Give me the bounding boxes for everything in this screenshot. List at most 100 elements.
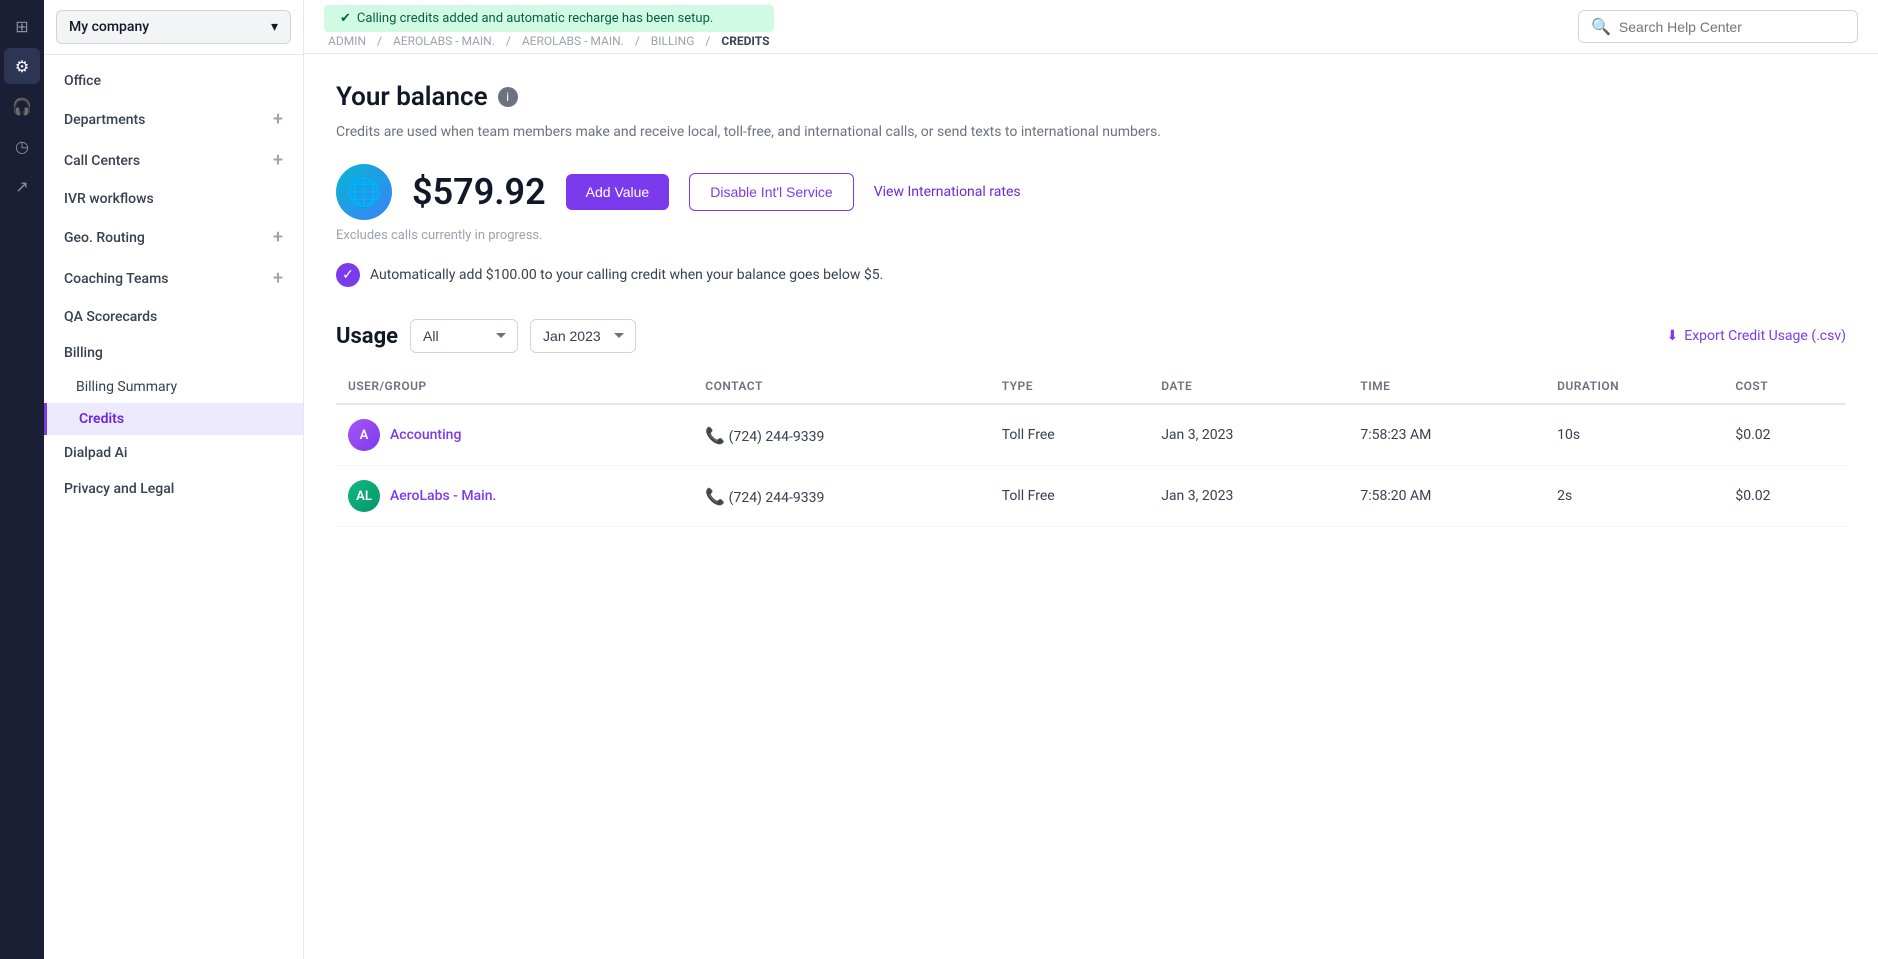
- breadcrumb-current: CREDITS: [721, 34, 769, 48]
- globe-icon: 🌐: [336, 164, 392, 220]
- table-body: A Accounting 📞 (724) 244-9339 Toll Free …: [336, 404, 1846, 527]
- breadcrumb-admin: ADMIN: [328, 34, 366, 48]
- cell-type-0: Toll Free: [990, 404, 1149, 466]
- sidebar-nav: Office Departments + Call Centers + IVR …: [44, 55, 303, 959]
- icon-rail: ⊞ ⚙ 🎧 ◷ ↗: [0, 0, 44, 959]
- check-icon: ✔: [340, 11, 351, 26]
- nav-item-office[interactable]: Office: [44, 63, 303, 99]
- main-area: ✔ Calling credits added and automatic re…: [304, 0, 1878, 959]
- topbar-left: ✔ Calling credits added and automatic re…: [324, 5, 774, 48]
- cell-time-0: 7:58:23 AM: [1348, 404, 1545, 466]
- auto-recharge-row: ✓ Automatically add $100.00 to your call…: [336, 263, 1846, 287]
- nav-label-billing: Billing: [64, 345, 103, 361]
- nav-label-departments: Departments: [64, 112, 145, 128]
- cell-cost-0: $0.02: [1723, 404, 1846, 466]
- nav-item-dialpad-ai[interactable]: Dialpad Ai: [44, 435, 303, 471]
- breadcrumb: ADMIN / AEROLABS - MAIN. / AEROLABS - MA…: [324, 34, 774, 48]
- nav-item-departments[interactable]: Departments +: [44, 99, 303, 140]
- col-contact: CONTACT: [693, 369, 989, 404]
- sub-nav-label-billing-summary: Billing Summary: [76, 379, 177, 395]
- plus-icon-geo-routing: +: [273, 227, 283, 248]
- add-value-button[interactable]: Add Value: [566, 174, 670, 210]
- cell-contact-1: 📞 (724) 244-9339: [693, 466, 989, 527]
- nav-label-ivr: IVR workflows: [64, 191, 154, 207]
- usage-title: Usage: [336, 324, 398, 349]
- col-duration: DURATION: [1545, 369, 1723, 404]
- cell-date-1: Jan 3, 2023: [1149, 466, 1348, 527]
- search-input[interactable]: [1619, 19, 1845, 35]
- breadcrumb-sep-1: /: [377, 34, 385, 48]
- search-icon: 🔍: [1591, 17, 1611, 36]
- breadcrumb-sep-3: /: [635, 34, 643, 48]
- settings-icon[interactable]: ⚙: [4, 48, 40, 84]
- info-icon[interactable]: i: [498, 87, 518, 107]
- usage-title-row: Usage All Inbound Outbound Jan 2023 Dec …: [336, 319, 636, 353]
- nav-label-dialpad-ai: Dialpad Ai: [64, 445, 127, 461]
- cell-duration-1: 2s: [1545, 466, 1723, 527]
- download-icon: ⬇: [1667, 328, 1679, 344]
- user-link-0[interactable]: Accounting: [390, 427, 461, 443]
- usage-date-dropdown[interactable]: Jan 2023 Dec 2022 Nov 2022: [530, 319, 636, 353]
- analytics-icon[interactable]: ↗: [4, 168, 40, 204]
- plus-icon-departments: +: [273, 109, 283, 130]
- cell-user-1: AL AeroLabs - Main.: [336, 466, 693, 527]
- nav-item-coaching-teams[interactable]: Coaching Teams +: [44, 258, 303, 299]
- usage-header: Usage All Inbound Outbound Jan 2023 Dec …: [336, 319, 1846, 353]
- clock-icon[interactable]: ◷: [4, 128, 40, 164]
- col-cost: COST: [1723, 369, 1846, 404]
- cell-contact-0: 📞 (724) 244-9339: [693, 404, 989, 466]
- nav-label-coaching-teams: Coaching Teams: [64, 271, 169, 287]
- user-link-1[interactable]: AeroLabs - Main.: [390, 488, 496, 504]
- disable-intl-button[interactable]: Disable Int'l Service: [689, 173, 854, 211]
- breadcrumb-aerolabs2: AEROLABS - MAIN.: [522, 34, 624, 48]
- usage-table: USER/GROUP CONTACT TYPE DATE TIME DURATI…: [336, 369, 1846, 527]
- call-icon-0: 📞: [705, 426, 725, 445]
- company-selector[interactable]: My company ▾: [56, 10, 291, 44]
- cell-user-0: A Accounting: [336, 404, 693, 466]
- nav-item-billing[interactable]: Billing: [44, 335, 303, 371]
- page-title-row: Your balance i: [336, 82, 1846, 112]
- call-icon-1: 📞: [705, 487, 725, 506]
- nav-label-geo-routing: Geo. Routing: [64, 230, 145, 246]
- breadcrumb-billing: BILLING: [651, 34, 695, 48]
- headset-icon[interactable]: 🎧: [4, 88, 40, 124]
- view-rates-link[interactable]: View International rates: [874, 184, 1021, 200]
- cell-type-1: Toll Free: [990, 466, 1149, 527]
- cell-cost-1: $0.02: [1723, 466, 1846, 527]
- sub-nav-credits[interactable]: Credits: [44, 403, 303, 435]
- nav-item-ivr[interactable]: IVR workflows: [44, 181, 303, 217]
- cell-time-1: 7:58:20 AM: [1348, 466, 1545, 527]
- topbar: ✔ Calling credits added and automatic re…: [304, 0, 1878, 54]
- breadcrumb-sep-4: /: [705, 34, 713, 48]
- description: Credits are used when team members make …: [336, 124, 1846, 140]
- breadcrumb-sep-2: /: [506, 34, 514, 48]
- search-box[interactable]: 🔍: [1578, 10, 1858, 43]
- avatar-0: A: [348, 419, 380, 451]
- nav-item-geo-routing[interactable]: Geo. Routing +: [44, 217, 303, 258]
- sidebar: My company ▾ Office Departments + Call C…: [44, 0, 304, 959]
- export-link[interactable]: ⬇ Export Credit Usage (.csv): [1667, 328, 1847, 344]
- auto-recharge-text: Automatically add $100.00 to your callin…: [370, 267, 883, 283]
- col-user-group: USER/GROUP: [336, 369, 693, 404]
- nav-label-privacy-legal: Privacy and Legal: [64, 481, 174, 497]
- cell-duration-0: 10s: [1545, 404, 1723, 466]
- breadcrumb-aerolabs1: AEROLABS - MAIN.: [393, 34, 495, 48]
- content: Your balance i Credits are used when tea…: [304, 54, 1878, 959]
- home-icon[interactable]: ⊞: [4, 8, 40, 44]
- usage-filter-dropdown[interactable]: All Inbound Outbound: [410, 319, 518, 353]
- sub-nav-label-credits: Credits: [79, 411, 124, 427]
- col-date: DATE: [1149, 369, 1348, 404]
- notification-banner: ✔ Calling credits added and automatic re…: [324, 5, 774, 32]
- table-row: AL AeroLabs - Main. 📞 (724) 244-9339 Tol…: [336, 466, 1846, 527]
- col-type: TYPE: [990, 369, 1149, 404]
- sub-nav-billing-summary[interactable]: Billing Summary: [44, 371, 303, 403]
- sidebar-header: My company ▾: [44, 0, 303, 55]
- nav-item-call-centers[interactable]: Call Centers +: [44, 140, 303, 181]
- export-label: Export Credit Usage (.csv): [1684, 328, 1846, 344]
- col-time: TIME: [1348, 369, 1545, 404]
- nav-item-qa-scorecards[interactable]: QA Scorecards: [44, 299, 303, 335]
- nav-label-office: Office: [64, 73, 101, 89]
- auto-recharge-check-icon: ✓: [336, 263, 360, 287]
- plus-icon-coaching-teams: +: [273, 268, 283, 289]
- nav-item-privacy-legal[interactable]: Privacy and Legal: [44, 471, 303, 507]
